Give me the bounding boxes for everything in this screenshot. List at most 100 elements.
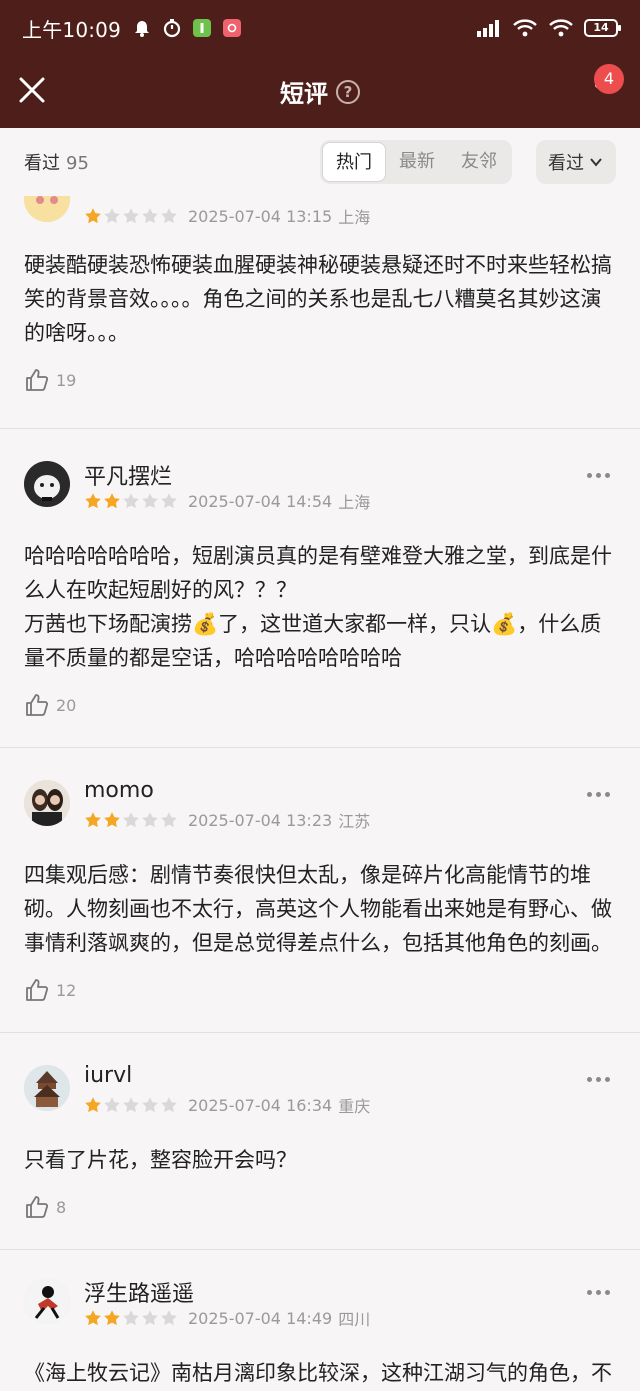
tab-friends[interactable]: 友邻	[448, 142, 510, 182]
star-empty-icon	[161, 812, 177, 828]
battery-icon: 14	[584, 19, 621, 37]
review-date: 2025-07-04 14:49	[188, 1308, 333, 1328]
seen-filter-dropdown[interactable]: 看过	[536, 140, 616, 184]
signal-icon	[477, 20, 499, 37]
thumbs-up-icon	[26, 694, 49, 716]
like-button[interactable]: 19	[24, 350, 616, 410]
review-location: 上海	[338, 493, 371, 512]
help-icon[interactable]: ?	[336, 79, 360, 104]
star-empty-icon	[104, 208, 120, 224]
review-more-button[interactable]	[587, 792, 610, 797]
like-count: 8	[56, 1197, 67, 1217]
page-title: 短评 ?	[0, 74, 640, 109]
username[interactable]: 平凡摆烂	[84, 459, 172, 491]
top-header: 短评 ? 4	[0, 56, 640, 128]
avatar[interactable]	[24, 1065, 70, 1111]
review-header: 平凡摆烂 2025-07-04 14:54 上海	[24, 451, 616, 521]
review-date: 2025-07-04 13:15	[188, 206, 333, 226]
avatar[interactable]	[24, 196, 70, 222]
review-list: 2025-07-04 13:15 上海 硬装酷硬装恐怖硬装血腥硬装神秘硬装悬疑还…	[0, 196, 640, 1391]
like-count: 19	[56, 370, 77, 390]
like-button[interactable]: 8	[24, 1177, 616, 1237]
review-more-button[interactable]	[587, 1290, 610, 1295]
star-filled-icon	[104, 493, 120, 509]
avatar[interactable]	[24, 1278, 70, 1324]
avatar-image	[24, 461, 70, 507]
avatar-image	[24, 780, 70, 826]
avatar-image	[24, 196, 70, 222]
review-meta: 2025-07-04 13:15 上海	[84, 204, 370, 228]
alarm-icon	[135, 21, 150, 37]
star-empty-icon	[161, 1097, 177, 1113]
notification-badge[interactable]: 4	[594, 64, 624, 94]
username[interactable]: 浮生路遥遥	[84, 1276, 194, 1308]
review-meta: 2025-07-04 16:34 重庆	[84, 1093, 370, 1117]
review-item: 浮生路遥遥 2025-07-04 14:49 四川 《海上牧云记》南枯月漓印象比…	[0, 1250, 640, 1391]
app-red-icon	[223, 19, 242, 37]
avatar-image	[24, 1065, 70, 1111]
avatar[interactable]	[24, 780, 70, 826]
like-button[interactable]: 20	[24, 675, 616, 735]
review-location: 四川	[338, 1310, 371, 1329]
tab-latest[interactable]: 最新	[386, 142, 448, 182]
review-text: 四集观后感：剧情节奏很快但太乱，像是碎片化高能情节的堆砌。人物刻画也不太行，高英…	[24, 863, 612, 955]
chevron-down-icon	[590, 158, 602, 167]
tab-hot[interactable]: 热门	[322, 142, 386, 182]
rating-stars	[84, 1096, 178, 1114]
star-empty-icon	[123, 493, 139, 509]
star-empty-icon	[123, 1310, 139, 1326]
review-text: 哈哈哈哈哈哈哈，短剧演员真的是有壁难登大雅之堂，到底是什么人在吹起短剧好的风？？…	[24, 544, 612, 670]
status-notification-icons	[131, 17, 243, 39]
star-empty-icon	[104, 1097, 120, 1113]
review-text: 《海上牧云记》南枯月漓印象比较深，这种江湖习气的角色，不知道演员有没有突破，看一…	[24, 1361, 612, 1385]
star-empty-icon	[161, 1310, 177, 1326]
star-filled-icon	[85, 812, 101, 828]
like-button[interactable]: 12	[24, 960, 616, 1020]
star-filled-icon	[85, 1310, 101, 1326]
star-empty-icon	[123, 1097, 139, 1113]
review-meta: 2025-07-04 14:54 上海	[84, 489, 370, 513]
seen-count: 看过 95	[24, 149, 89, 175]
username[interactable]: momo	[84, 778, 154, 803]
star-filled-icon	[104, 1310, 120, 1326]
status-time: 上午10:09	[22, 17, 122, 42]
like-count: 20	[56, 695, 77, 715]
app-green-icon	[193, 19, 212, 37]
avatar-image	[24, 1278, 70, 1324]
thumbs-up-icon	[26, 979, 49, 1001]
avatar[interactable]	[24, 461, 70, 507]
page-title-text: 短评	[280, 80, 328, 108]
review-location: 上海	[338, 208, 371, 227]
thumbs-up-icon	[26, 1196, 49, 1218]
review-meta: 2025-07-04 14:49 四川	[84, 1306, 370, 1330]
seen-label: 看过	[24, 153, 60, 174]
username[interactable]: iurvl	[84, 1063, 132, 1088]
rating-stars	[84, 811, 178, 829]
review-date: 2025-07-04 13:23	[188, 810, 333, 830]
star-empty-icon	[142, 1310, 158, 1326]
review-location: 重庆	[338, 1097, 371, 1116]
review-header: momo 2025-07-04 13:23 江苏	[24, 770, 616, 840]
sort-tabs: 热门 最新 友邻	[320, 140, 512, 184]
wifi-secondary-icon	[549, 19, 573, 37]
review-text: 只看了片花，整容脸开会吗？	[24, 1148, 297, 1172]
review-item: iurvl 2025-07-04 16:34 重庆 只看了片花，整容脸开会吗？ …	[0, 1033, 640, 1250]
review-header: 2025-07-04 13:15 上海	[24, 196, 616, 236]
review-item: 2025-07-04 13:15 上海 硬装酷硬装恐怖硬装血腥硬装神秘硬装悬疑还…	[0, 196, 640, 429]
thumbs-up-icon	[26, 369, 49, 391]
rating-stars	[84, 207, 178, 225]
star-filled-icon	[85, 208, 101, 224]
status-bar: 上午10:09 14	[0, 0, 640, 56]
review-header: iurvl 2025-07-04 16:34 重庆	[24, 1055, 616, 1125]
status-system-icons: 14	[476, 18, 621, 38]
star-filled-icon	[104, 812, 120, 828]
review-date: 2025-07-04 14:54	[188, 491, 333, 511]
star-empty-icon	[161, 208, 177, 224]
star-empty-icon	[142, 812, 158, 828]
dropdown-label: 看过	[548, 153, 584, 174]
rating-stars	[84, 1309, 178, 1327]
review-more-button[interactable]	[587, 473, 610, 478]
review-more-button[interactable]	[587, 1077, 610, 1082]
review-header: 浮生路遥遥 2025-07-04 14:49 四川	[24, 1268, 616, 1338]
review-item: momo 2025-07-04 13:23 江苏 四集观后感：剧情节奏很快但太乱…	[0, 748, 640, 1033]
